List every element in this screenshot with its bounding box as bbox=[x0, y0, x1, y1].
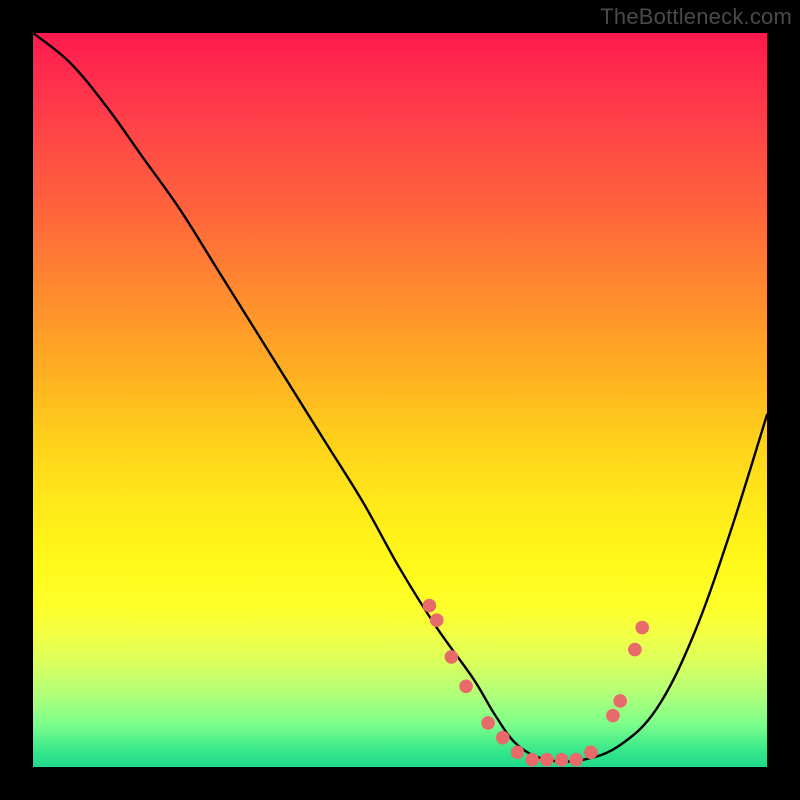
watermark-label: TheBottleneck.com bbox=[600, 4, 792, 30]
highlight-dot bbox=[628, 643, 642, 657]
highlight-dot bbox=[613, 694, 627, 708]
chart-frame: TheBottleneck.com bbox=[0, 0, 800, 800]
highlight-dot bbox=[555, 753, 569, 767]
highlight-dot bbox=[459, 679, 473, 693]
bottleneck-curve bbox=[33, 33, 767, 762]
highlight-dot bbox=[525, 753, 539, 767]
highlight-dot bbox=[569, 753, 583, 767]
highlight-dot bbox=[540, 753, 554, 767]
curve-svg bbox=[33, 33, 767, 767]
plot-area bbox=[33, 33, 767, 767]
highlight-dot bbox=[481, 716, 495, 730]
highlight-dots-group bbox=[423, 599, 649, 767]
highlight-dot bbox=[511, 746, 525, 760]
highlight-dot bbox=[584, 746, 598, 760]
highlight-dot bbox=[423, 599, 437, 613]
highlight-dot bbox=[445, 650, 459, 664]
highlight-dot bbox=[635, 621, 649, 635]
highlight-dot bbox=[496, 731, 510, 745]
highlight-dot bbox=[606, 709, 620, 723]
highlight-dot bbox=[430, 613, 444, 627]
